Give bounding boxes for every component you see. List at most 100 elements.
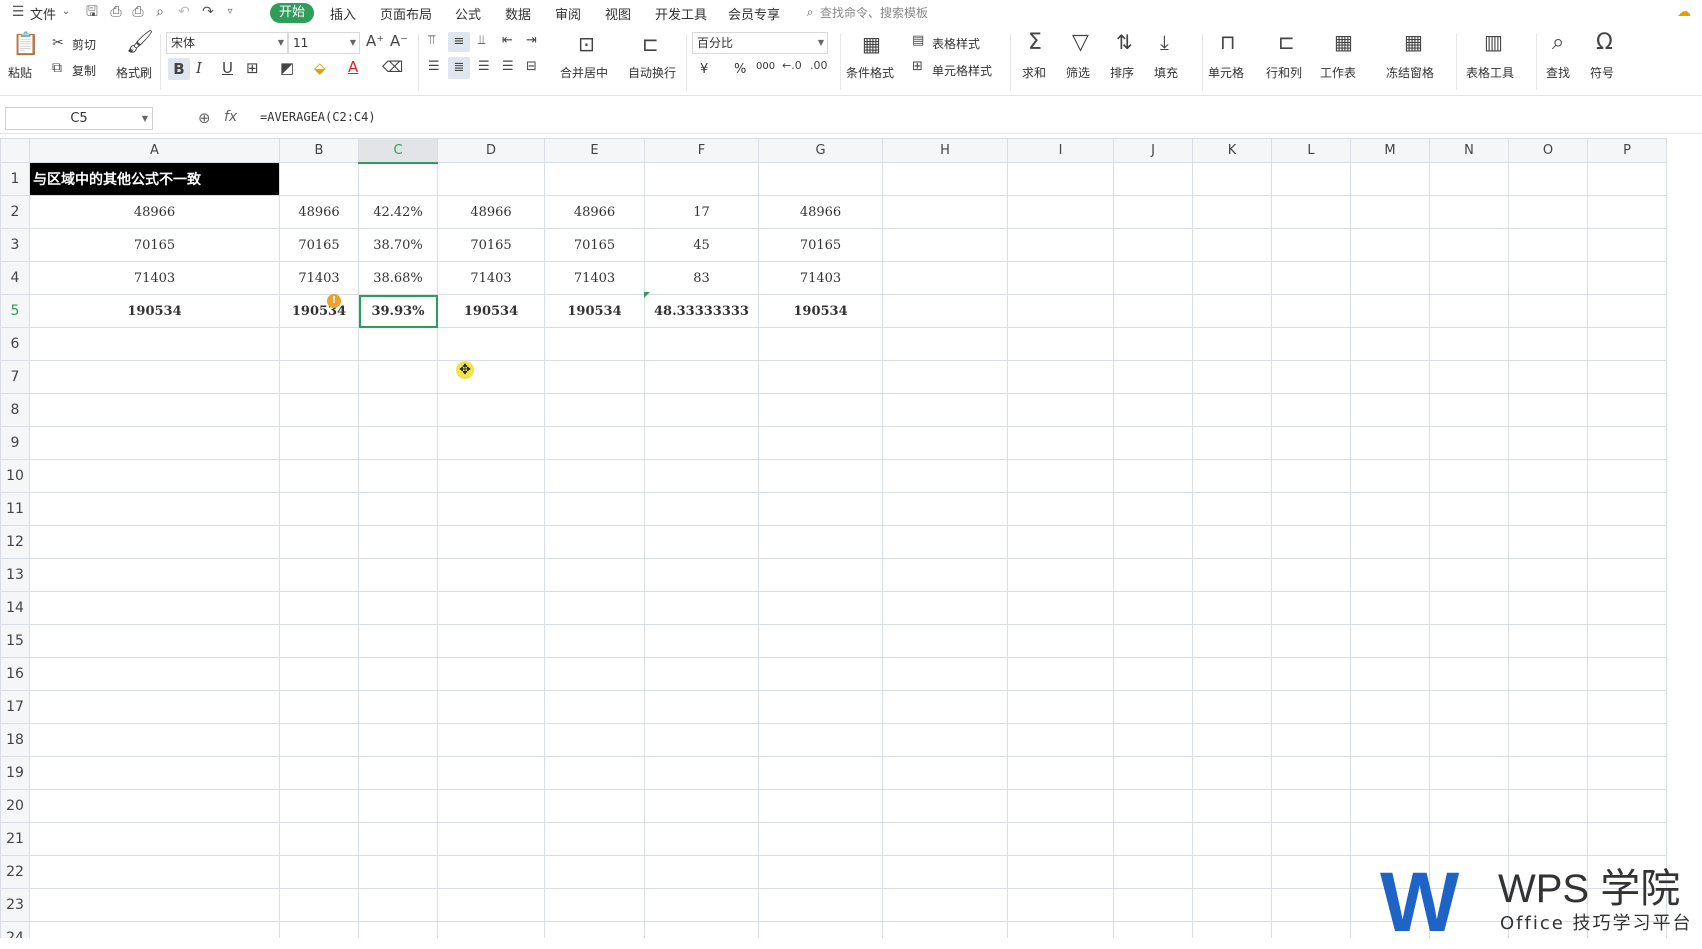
cell-g14[interactable] <box>758 591 883 625</box>
cell-b23[interactable] <box>279 888 359 922</box>
cell-o21[interactable] <box>1508 822 1588 856</box>
cell-p8[interactable] <box>1587 393 1667 427</box>
cell-h15[interactable] <box>882 624 1008 658</box>
cell-n5[interactable] <box>1429 294 1509 328</box>
row-header[interactable]: 14 <box>0 591 30 625</box>
tab-formula[interactable]: 公式 <box>455 4 481 23</box>
row-header[interactable]: 21 <box>0 822 30 856</box>
cell-style-button[interactable]: 单元格样式 <box>932 62 992 79</box>
cell-c23[interactable] <box>358 888 438 922</box>
cell-d15[interactable] <box>437 624 545 658</box>
percent-button[interactable]: % <box>734 62 746 77</box>
cell-f3[interactable]: 45 <box>644 228 759 262</box>
undo-icon[interactable]: ↶ <box>176 4 192 20</box>
cell-n13[interactable] <box>1429 558 1509 592</box>
cell-o8[interactable] <box>1508 393 1588 427</box>
cell-a5[interactable]: 190534 <box>29 294 280 328</box>
cell-m8[interactable] <box>1350 393 1430 427</box>
cell-g9[interactable] <box>758 426 883 460</box>
cell-g6[interactable] <box>758 327 883 361</box>
cell-b19[interactable] <box>279 756 359 790</box>
cell-c12[interactable] <box>358 525 438 559</box>
cell-l16[interactable] <box>1271 657 1351 691</box>
cell-i3[interactable] <box>1007 228 1114 262</box>
cell-i20[interactable] <box>1007 789 1114 823</box>
cell-b24[interactable] <box>279 921 359 938</box>
cell-g11[interactable] <box>758 492 883 526</box>
cell-j14[interactable] <box>1113 591 1193 625</box>
align-top-icon[interactable]: ⫪ <box>428 34 435 47</box>
cell-k5[interactable] <box>1192 294 1272 328</box>
cell-j17[interactable] <box>1113 690 1193 724</box>
cell-l4[interactable] <box>1271 261 1351 295</box>
cell-i14[interactable] <box>1007 591 1114 625</box>
cell-a7[interactable] <box>29 360 280 394</box>
align-bottom-icon[interactable]: ⫫ <box>478 34 485 47</box>
row-header[interactable]: 5 <box>0 294 30 328</box>
cell-p16[interactable] <box>1587 657 1667 691</box>
cell-o18[interactable] <box>1508 723 1588 757</box>
decimal-decrease-icon[interactable]: .00 <box>810 60 828 71</box>
cell-e1[interactable] <box>544 162 645 196</box>
column-header-m[interactable]: M <box>1350 138 1430 163</box>
cell-h16[interactable] <box>882 657 1008 691</box>
cell-n11[interactable] <box>1429 492 1509 526</box>
tab-view[interactable]: 视图 <box>605 4 631 23</box>
cell-e15[interactable] <box>544 624 645 658</box>
row-header[interactable]: 22 <box>0 855 30 889</box>
cell-e19[interactable] <box>544 756 645 790</box>
paste-icon[interactable]: 📋 <box>12 34 39 56</box>
row-header[interactable]: 19 <box>0 756 30 790</box>
cell-h10[interactable] <box>882 459 1008 493</box>
row-header[interactable]: 11 <box>0 492 30 526</box>
cell-l23[interactable] <box>1271 888 1351 922</box>
cell-p17[interactable] <box>1587 690 1667 724</box>
cell-i6[interactable] <box>1007 327 1114 361</box>
cell-o19[interactable] <box>1508 756 1588 790</box>
font-name-select[interactable]: 宋体 ▼ <box>166 32 288 54</box>
cell-l3[interactable] <box>1271 228 1351 262</box>
format-painter-button[interactable]: 格式刷 <box>116 64 152 81</box>
cell-k15[interactable] <box>1192 624 1272 658</box>
cell-p18[interactable] <box>1587 723 1667 757</box>
cell-g23[interactable] <box>758 888 883 922</box>
cell-l22[interactable] <box>1271 855 1351 889</box>
cell-g13[interactable] <box>758 558 883 592</box>
cell-k10[interactable] <box>1192 459 1272 493</box>
cell-f21[interactable] <box>644 822 759 856</box>
cell-o16[interactable] <box>1508 657 1588 691</box>
cell-f15[interactable] <box>644 624 759 658</box>
cell-g21[interactable] <box>758 822 883 856</box>
column-header-i[interactable]: I <box>1007 138 1114 163</box>
cell-l12[interactable] <box>1271 525 1351 559</box>
cell-f8[interactable] <box>644 393 759 427</box>
cell-h23[interactable] <box>882 888 1008 922</box>
cell-f7[interactable] <box>644 360 759 394</box>
cell-o17[interactable] <box>1508 690 1588 724</box>
cell-h20[interactable] <box>882 789 1008 823</box>
tab-data[interactable]: 数据 <box>505 4 531 23</box>
cell-f12[interactable] <box>644 525 759 559</box>
cell-h17[interactable] <box>882 690 1008 724</box>
cell-c4[interactable]: 38.68% <box>358 261 438 295</box>
cell-l14[interactable] <box>1271 591 1351 625</box>
cell-e9[interactable] <box>544 426 645 460</box>
cell-f19[interactable] <box>644 756 759 790</box>
cell-e20[interactable] <box>544 789 645 823</box>
cell-j11[interactable] <box>1113 492 1193 526</box>
cell-g3[interactable]: 70165 <box>758 228 883 262</box>
cell-p11[interactable] <box>1587 492 1667 526</box>
cell-j3[interactable] <box>1113 228 1193 262</box>
conditional-format-button[interactable]: 条件格式 <box>846 64 894 81</box>
cell-c24[interactable] <box>358 921 438 938</box>
cell-i4[interactable] <box>1007 261 1114 295</box>
cell-i11[interactable] <box>1007 492 1114 526</box>
cell-b4[interactable]: 71403 <box>279 261 359 295</box>
cell-k24[interactable] <box>1192 921 1272 938</box>
cell-k1[interactable] <box>1192 162 1272 196</box>
column-header-o[interactable]: O <box>1508 138 1588 163</box>
cell-c6[interactable] <box>358 327 438 361</box>
cell-n17[interactable] <box>1429 690 1509 724</box>
find-button[interactable]: 查找 <box>1546 64 1570 81</box>
cell-l6[interactable] <box>1271 327 1351 361</box>
